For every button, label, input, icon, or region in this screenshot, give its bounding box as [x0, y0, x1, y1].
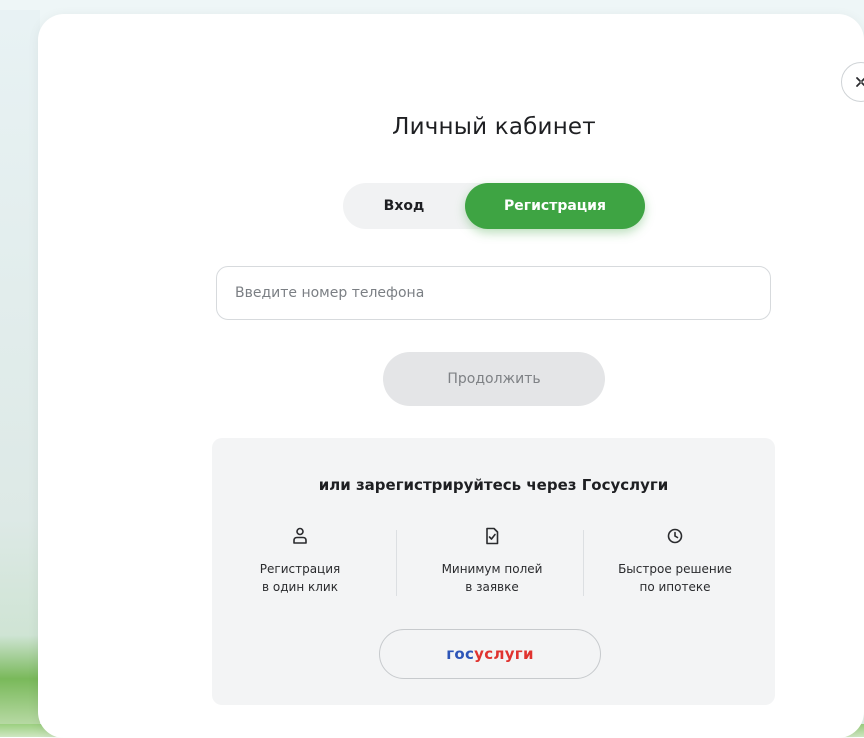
feature-divider [396, 530, 397, 596]
feature-one-click: Регистрация в один клик [210, 526, 390, 596]
feature-min-fields: Минимум полей в заявке [402, 526, 582, 596]
feature-one-click-line2: в один клик [262, 580, 338, 594]
gosuslugi-logo-part1: гос [446, 645, 475, 663]
gosuslugi-heading: или зарегистрируйтесь через Госуслуги [318, 476, 669, 494]
tab-register[interactable]: Регистрация [465, 183, 645, 229]
close-icon [856, 77, 864, 87]
auth-tabs: Вход Регистрация [343, 183, 645, 229]
gosuslugi-panel: или зарегистрируйтесь через Госуслуги Ре… [212, 438, 775, 705]
feature-divider [583, 530, 584, 596]
user-icon [293, 527, 307, 544]
document-check-icon [486, 527, 499, 545]
feature-fast-decision-line1: Быстрое решение [618, 562, 732, 576]
continue-button[interactable]: Продолжить [383, 352, 605, 406]
feature-min-fields-line2: в заявке [465, 580, 519, 594]
feature-one-click-line1: Регистрация [259, 562, 341, 576]
feature-fast-decision: Быстрое решение по ипотеке [585, 526, 765, 596]
close-button[interactable] [841, 62, 864, 102]
feature-min-fields-line1: Минимум полей [441, 562, 543, 576]
background-left-strip [0, 10, 40, 737]
gosuslugi-button[interactable]: гос услуги [379, 629, 601, 679]
feature-fast-decision-line2: по ипотеке [639, 580, 711, 594]
account-modal: Личный кабинет Вход Регистрация Продолжи… [38, 14, 864, 738]
modal-title: Личный кабинет [392, 114, 596, 140]
phone-input[interactable] [216, 266, 771, 320]
gosuslugi-logo-part2: услуги [474, 645, 534, 663]
tab-login[interactable]: Вход [343, 183, 465, 229]
clock-icon [667, 528, 683, 544]
